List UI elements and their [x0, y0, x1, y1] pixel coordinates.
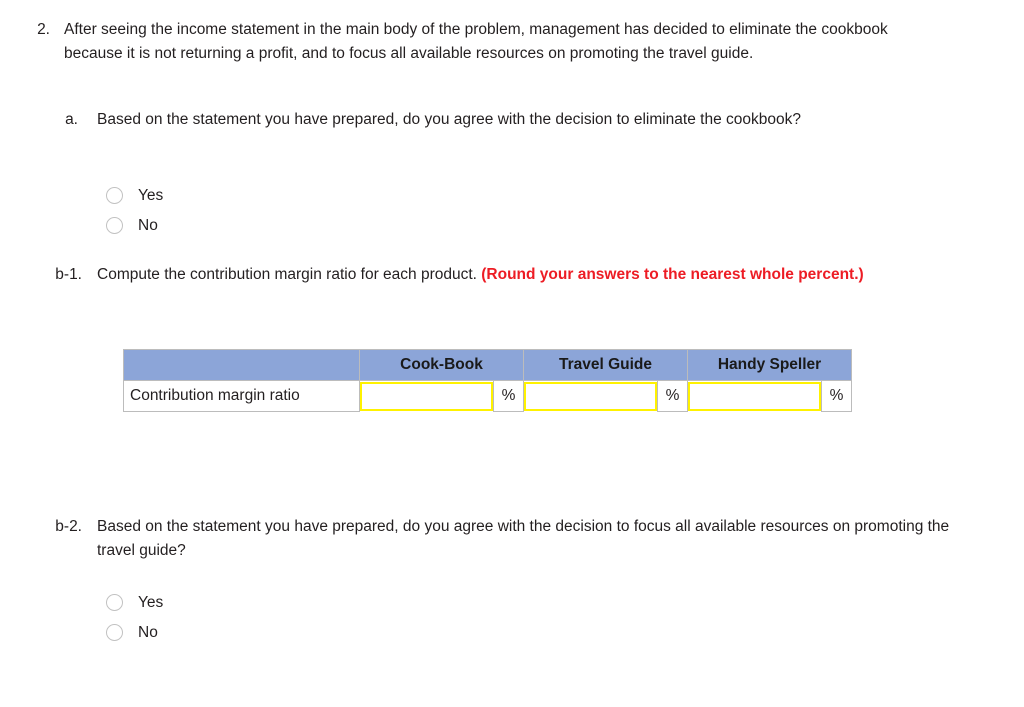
- question-b1-block: b-1. Compute the contribution margin rat…: [50, 263, 1000, 287]
- table-header-handy-speller: Handy Speller: [687, 349, 852, 381]
- radio-group-a: Yes No: [106, 180, 163, 240]
- radio-label-a-yes: Yes: [138, 186, 164, 204]
- question-a-block: a. Based on the statement you have prepa…: [64, 108, 924, 132]
- radio-label-a-no: No: [138, 216, 158, 234]
- table-header-row: Cook-Book Travel Guide Handy Speller: [123, 349, 852, 381]
- question-a-number: a.: [65, 111, 78, 128]
- table-row: Contribution margin ratio % % %: [123, 380, 852, 412]
- question-b1-emphasis: (Round your answers to the nearest whole…: [481, 266, 864, 283]
- contribution-margin-table: Cook-Book Travel Guide Handy Speller Con…: [123, 349, 852, 412]
- question-b1-text: Compute the contribution margin ratio fo…: [97, 266, 482, 283]
- radio-label-b2-no: No: [138, 623, 158, 641]
- radio-label-b2-yes: Yes: [138, 593, 164, 611]
- radio-option-a-no[interactable]: No: [106, 210, 163, 240]
- radio-option-b2-yes[interactable]: Yes: [106, 587, 163, 617]
- question-2-block: 2. After seeing the income statement in …: [28, 18, 933, 65]
- question-b2-text: Based on the statement you have prepared…: [97, 518, 950, 559]
- handy-speller-input-cell: [687, 380, 822, 412]
- radio-circle-icon[interactable]: [106, 186, 123, 204]
- question-a-text: Based on the statement you have prepared…: [97, 111, 801, 128]
- radio-circle-icon[interactable]: [106, 593, 123, 611]
- travel-guide-input-cell: [523, 380, 658, 412]
- question-2-text: After seeing the income statement in the…: [64, 21, 888, 62]
- handy-speller-ratio-input[interactable]: [688, 381, 821, 411]
- radio-group-b2: Yes No: [106, 587, 163, 647]
- table-header-travel-guide: Travel Guide: [523, 349, 688, 381]
- question-b2-block: b-2. Based on the statement you have pre…: [50, 515, 950, 562]
- question-2-number: 2.: [37, 21, 50, 38]
- question-b1-number: b-1.: [55, 266, 82, 283]
- table-header-cook-book: Cook-Book: [359, 349, 524, 381]
- cook-book-ratio-input[interactable]: [360, 381, 493, 411]
- question-b1-text-wrap: Compute the contribution margin ratio fo…: [97, 263, 1000, 287]
- table-body: Contribution margin ratio % % %: [123, 380, 852, 412]
- radio-option-a-yes[interactable]: Yes: [106, 180, 163, 210]
- table-header-blank: [123, 349, 360, 381]
- radio-circle-icon[interactable]: [106, 623, 123, 641]
- cook-book-input-cell: [359, 380, 494, 412]
- table-header: Cook-Book Travel Guide Handy Speller: [123, 349, 852, 381]
- travel-guide-percent-symbol: %: [657, 380, 688, 412]
- cook-book-percent-symbol: %: [493, 380, 524, 412]
- travel-guide-ratio-input[interactable]: [524, 381, 657, 411]
- handy-speller-percent-symbol: %: [821, 380, 852, 412]
- radio-option-b2-no[interactable]: No: [106, 617, 163, 647]
- radio-circle-icon[interactable]: [106, 216, 123, 234]
- table-row-label: Contribution margin ratio: [123, 380, 360, 412]
- question-b2-number: b-2.: [55, 518, 82, 535]
